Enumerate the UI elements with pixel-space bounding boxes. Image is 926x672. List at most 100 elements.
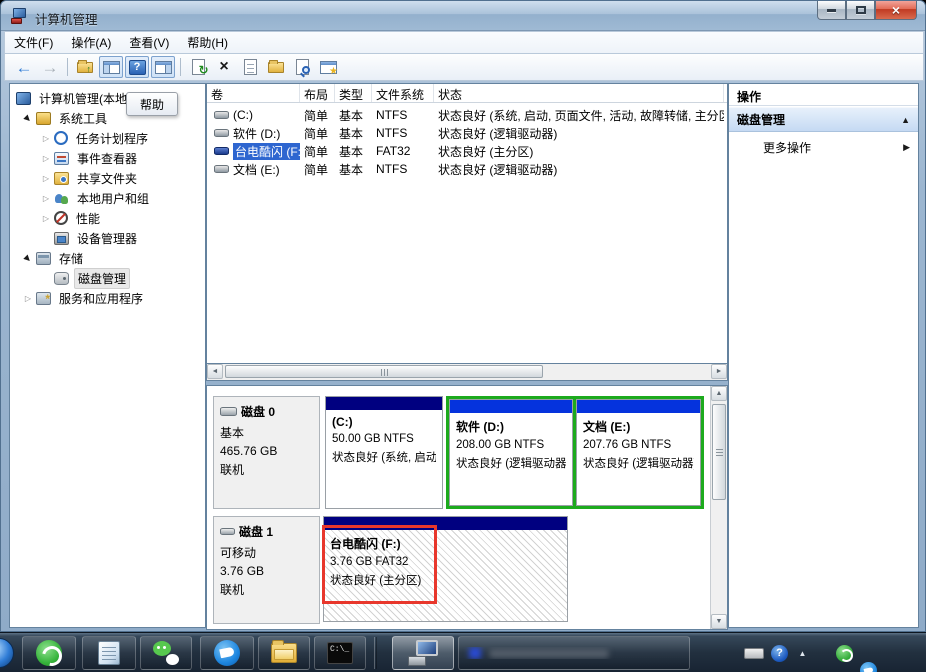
column-status[interactable]: 状态: [434, 84, 724, 102]
menu-help[interactable]: 帮助(H): [178, 31, 237, 54]
tree-item-disk-management[interactable]: 磁盘管理: [52, 268, 130, 288]
scroll-down-button[interactable]: ▼: [711, 614, 727, 629]
local-users-groups-icon: [54, 192, 69, 205]
wechat-icon: [153, 641, 179, 665]
volume-status: 状态良好 (逻辑驱动器): [434, 125, 724, 142]
taskbar-wechat-button[interactable]: [140, 636, 192, 670]
delete-button[interactable]: ×: [212, 56, 236, 78]
collapsed-arrow-icon[interactable]: ▷: [40, 174, 52, 183]
scroll-left-button[interactable]: ◄: [207, 364, 223, 379]
partition-d[interactable]: 软件 (D:) 208.00 GB NTFS 状态良好 (逻辑驱动器): [449, 399, 573, 506]
taskbar-cmd-button[interactable]: C:\_: [314, 636, 366, 670]
collapsed-arrow-icon[interactable]: ▷: [22, 294, 34, 303]
collapsed-arrow-icon[interactable]: ▷: [40, 154, 52, 163]
expanded-arrow-icon[interactable]: ▶: [21, 251, 36, 266]
actions-pane: 操作 磁盘管理 ▲ 更多操作 ▶: [728, 83, 919, 628]
close-button[interactable]: ×: [875, 1, 917, 20]
help-tray-icon[interactable]: ?: [771, 645, 788, 662]
find-button[interactable]: [290, 56, 314, 78]
open-folder-button[interactable]: [264, 56, 288, 78]
taskbar-blurred-window-button[interactable]: [458, 636, 690, 670]
maximize-button[interactable]: [846, 1, 875, 20]
more-actions-item[interactable]: 更多操作 ▶: [729, 136, 918, 158]
magnifier-icon: [302, 66, 310, 74]
expand-tray-icon[interactable]: ▲: [794, 645, 811, 662]
partition-c[interactable]: (C:) 50.00 GB NTFS 状态良好 (系统, 启动, 页面文件, 活…: [325, 396, 443, 509]
tree-item-task-scheduler[interactable]: ▷ 任务计划程序: [40, 128, 151, 148]
tree-root-computer-management[interactable]: 计算机管理(本地): [14, 88, 134, 108]
back-button[interactable]: ←: [12, 56, 36, 78]
disk-1-label-box[interactable]: 磁盘 1 可移动 3.76 GB 联机: [213, 516, 320, 624]
volume-layout: 简单: [300, 125, 335, 142]
scroll-up-button[interactable]: ▲: [711, 386, 727, 401]
vertical-scroll-thumb[interactable]: [712, 404, 726, 500]
show-console-tree-button[interactable]: [99, 56, 123, 78]
volume-row-e[interactable]: 文档 (E:) 简单 基本 NTFS 状态良好 (逻辑驱动器): [207, 160, 724, 178]
vertical-scrollbar[interactable]: ▲ ▼: [710, 386, 727, 629]
menu-action[interactable]: 操作(A): [62, 31, 120, 54]
console-tree-panel: 计算机管理(本地) ▶ 系统工具 ▷ 任务计划程序 ▷ 事件查看器 ▷ 共享文件…: [9, 83, 206, 628]
volume-row-f-selected[interactable]: 台电酷闪 (F:) 简单 基本 FAT32 状态良好 (主分区): [207, 142, 724, 160]
menu-view[interactable]: 查看(V): [120, 31, 178, 54]
disk-state: 联机: [220, 581, 313, 598]
collapsed-arrow-icon[interactable]: ▷: [40, 194, 52, 203]
maximize-icon: [856, 6, 866, 14]
column-filesystem[interactable]: 文件系统: [372, 84, 434, 102]
manage-snapin-button[interactable]: ★: [316, 56, 340, 78]
open-folder-icon: [268, 62, 284, 73]
disk-0-label-box[interactable]: 磁盘 0 基本 465.76 GB 联机: [213, 396, 320, 509]
taskbar-computer-management-button[interactable]: [392, 636, 454, 670]
collapsed-arrow-icon[interactable]: ▷: [40, 134, 52, 143]
taskbar-dingtalk-button[interactable]: [200, 636, 254, 670]
column-layout[interactable]: 布局: [300, 84, 335, 102]
taskbar-separator: [374, 637, 375, 669]
event-viewer-icon: [54, 152, 69, 165]
volume-status: 状态良好 (系统, 启动, 页面文件, 活动, 故障转储, 主分区): [434, 107, 724, 124]
volume-row-c[interactable]: (C:) 简单 基本 NTFS 状态良好 (系统, 启动, 页面文件, 活动, …: [207, 106, 724, 124]
scroll-right-button[interactable]: ►: [711, 364, 727, 379]
security-360-tray-icon[interactable]: [836, 645, 853, 662]
tree-item-services-applications[interactable]: ▷ 服务和应用程序: [22, 288, 146, 308]
taskbar-explorer-button[interactable]: [258, 636, 310, 670]
column-type[interactable]: 类型: [335, 84, 372, 102]
minimize-button[interactable]: [817, 1, 846, 20]
collapsed-arrow-icon[interactable]: ▷: [40, 214, 52, 223]
start-orb-icon[interactable]: [0, 638, 14, 668]
show-action-pane-button[interactable]: [151, 56, 175, 78]
help-button[interactable]: ?: [125, 56, 149, 78]
menu-file[interactable]: 文件(F): [5, 31, 62, 54]
forward-icon: →: [42, 59, 59, 76]
taskbar-notepad-button[interactable]: [82, 636, 136, 670]
partition-status: 状态良好 (逻辑驱动器): [583, 455, 694, 471]
tree-item-storage[interactable]: ▶ 存储: [22, 248, 86, 268]
partition-e[interactable]: 文档 (E:) 207.76 GB NTFS 状态良好 (逻辑驱动器): [576, 399, 701, 506]
properties-button[interactable]: [238, 56, 262, 78]
expanded-arrow-icon[interactable]: ▶: [21, 111, 36, 126]
horizontal-scroll-thumb[interactable]: [225, 365, 543, 378]
disk-kind: 可移动: [220, 544, 313, 561]
partition-status: 状态良好 (系统, 启动, 页面文件, 活动, 故障转储, 主分区): [332, 449, 436, 465]
refresh-button[interactable]: ↻: [186, 56, 210, 78]
tree-item-shared-folders[interactable]: ▷ 共享文件夹: [40, 168, 140, 188]
toolbar-separator: [67, 58, 68, 76]
tree-item-event-viewer[interactable]: ▷ 事件查看器: [40, 148, 140, 168]
actions-section-disk-management[interactable]: 磁盘管理 ▲: [729, 107, 918, 132]
tree-item-performance[interactable]: ▷ 性能: [40, 208, 103, 228]
collapse-arrow-icon[interactable]: ▲: [901, 115, 910, 125]
column-volume[interactable]: 卷: [207, 84, 300, 102]
dingtalk-tray-icon[interactable]: [860, 662, 877, 672]
volume-icon: [214, 129, 229, 137]
tree-item-system-tools[interactable]: ▶ 系统工具: [22, 108, 110, 128]
forward-button[interactable]: →: [38, 56, 62, 78]
horizontal-scrollbar[interactable]: ◄ ►: [206, 364, 728, 381]
tree-item-device-manager[interactable]: 设备管理器: [52, 228, 140, 248]
volume-row-d[interactable]: 软件 (D:) 简单 基本 NTFS 状态良好 (逻辑驱动器): [207, 124, 724, 142]
taskbar: C:\_ ? ▲: [0, 632, 926, 672]
titlebar[interactable]: 计算机管理 ×: [1, 1, 925, 31]
taskbar-browser-360-button[interactable]: [22, 636, 76, 670]
disk-graphical-panel: 磁盘 0 基本 465.76 GB 联机 (C:) 50.00 GB NTFS …: [206, 385, 728, 630]
keyboard-tray-icon[interactable]: [744, 648, 764, 659]
tree-item-local-users-groups[interactable]: ▷ 本地用户和组: [40, 188, 152, 208]
toolbar-separator: [180, 58, 181, 76]
up-folder-button[interactable]: ↑: [73, 56, 97, 78]
